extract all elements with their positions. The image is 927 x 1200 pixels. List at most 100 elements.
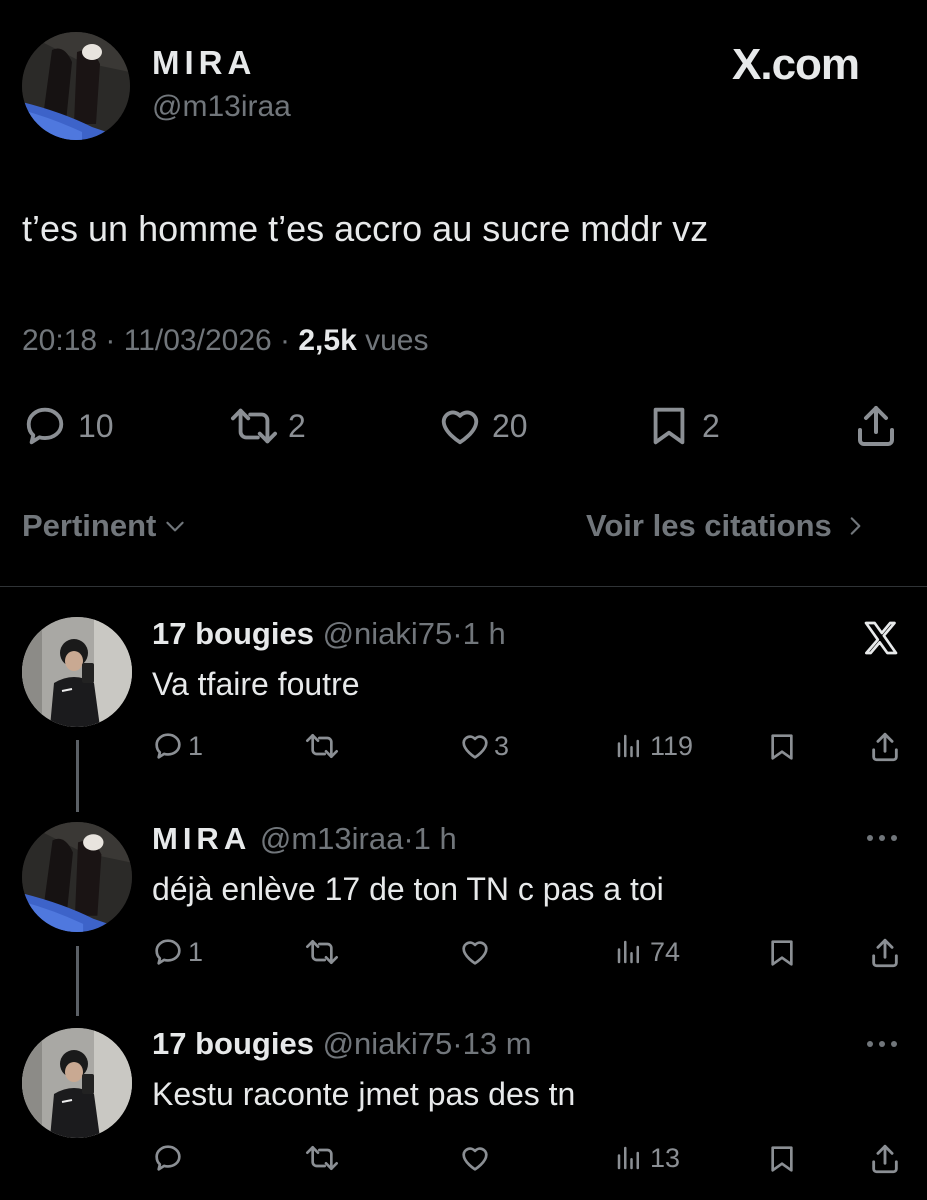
heart-icon [462, 1147, 488, 1171]
share-icon [872, 938, 898, 968]
reply-handle[interactable]: @niaki75 [323, 1026, 453, 1061]
reply-action-share[interactable] [868, 730, 902, 769]
reply-action-repost[interactable] [302, 1142, 342, 1179]
reply-action-repost[interactable] [302, 936, 342, 973]
chevron-down-icon [166, 521, 185, 532]
tweet-text: t’es un homme t’es accro au sucre mddr v… [22, 208, 709, 249]
reply-header: 17 bougies @niaki75·13 m [152, 1026, 532, 1062]
reply-icon [155, 939, 181, 965]
reply-time[interactable]: 1 h [463, 616, 506, 651]
author-handle[interactable]: @m13iraa [152, 90, 291, 124]
section-divider [0, 586, 927, 587]
reply-display-name[interactable]: MIRA [152, 821, 251, 856]
reply-action-views[interactable]: 13 [614, 1142, 680, 1174]
reply-action-bookmark[interactable] [766, 730, 798, 769]
reply-icon [155, 1145, 181, 1171]
reply-time[interactable]: 13 m [463, 1026, 532, 1061]
tweet-meta: 20:18 · 11/03/2026 · 2,5k vues [22, 324, 428, 358]
reply-handle[interactable]: @m13iraa [260, 821, 403, 856]
reply-separator: · [452, 1026, 463, 1061]
like-count: 20 [492, 407, 528, 444]
reply-text: Va tfaire foutre [152, 666, 360, 702]
views-chart-icon [617, 940, 639, 964]
reply-action-repost[interactable] [302, 730, 342, 767]
more-options-button[interactable] [862, 1034, 902, 1059]
repost-count: 2 [288, 407, 306, 444]
reply-avatar[interactable] [22, 822, 132, 932]
reply-action-like[interactable]: 3 [458, 730, 509, 762]
view-quotes-label: Voir les citations [586, 508, 832, 543]
views-chart-icon [617, 1146, 639, 1170]
more-options-button[interactable] [862, 828, 902, 853]
views-chart-icon [617, 734, 639, 758]
repost-icon [231, 408, 277, 444]
reply-display-name[interactable]: 17 bougies [152, 1026, 314, 1061]
bookmark-button[interactable]: 2 [646, 402, 720, 450]
meta-separator: · [105, 324, 116, 357]
bookmark-icon [771, 1146, 793, 1172]
bookmark-icon [653, 407, 685, 445]
reply-action-reply[interactable] [152, 1142, 184, 1179]
author-display-name[interactable]: MIRA [152, 44, 256, 82]
reply-time[interactable]: 1 h [414, 821, 457, 856]
views-label: vues [365, 324, 429, 357]
reply-action-reply[interactable]: 1 [152, 730, 203, 762]
thread-connector [76, 946, 79, 1016]
share-icon [858, 406, 894, 446]
reply-action-like[interactable] [458, 1142, 492, 1179]
avatar-image [22, 32, 130, 140]
reply-header: 17 bougies @niaki75·1 h [152, 616, 506, 652]
reply-action-share[interactable] [868, 936, 902, 975]
repost-icon [306, 1146, 338, 1170]
reply-handle[interactable]: @niaki75 [323, 616, 453, 651]
share-button[interactable] [852, 402, 900, 455]
reply-display-name[interactable]: 17 bougies [152, 616, 314, 651]
avatar-image [22, 1028, 132, 1138]
reply-separator: · [452, 616, 463, 651]
reply-icon [155, 733, 181, 759]
more-icon [867, 835, 897, 841]
bookmark-icon [771, 940, 793, 966]
reply-header: MIRA @m13iraa·1 h [152, 821, 457, 857]
bookmark-count: 2 [702, 407, 720, 444]
sort-dropdown[interactable]: Pertinent [22, 508, 188, 544]
brand-watermark: X.com [732, 40, 860, 90]
reply-action-bookmark[interactable] [766, 936, 798, 975]
reply-count: 10 [78, 407, 114, 444]
reply-action-reply[interactable]: 1 [152, 936, 203, 968]
like-count: 3 [494, 730, 510, 761]
reply-avatar[interactable] [22, 1028, 132, 1138]
reply-text: déjà enlève 17 de ton TN c pas a toi [152, 871, 664, 907]
reply-action-bookmark[interactable] [766, 1142, 798, 1181]
reply-button[interactable]: 10 [22, 402, 114, 450]
more-icon [867, 1041, 897, 1047]
heart-icon [462, 941, 488, 965]
views-count: 13 [650, 1142, 681, 1173]
view-quotes-link[interactable]: Voir les citations [586, 508, 868, 544]
repost-icon [306, 940, 338, 964]
reply-avatar[interactable] [22, 617, 132, 727]
reply-text: Kestu raconte jmet pas des tn [152, 1076, 576, 1112]
repost-icon [306, 734, 338, 758]
x-logo-icon [864, 621, 898, 655]
bookmark-icon [771, 734, 793, 760]
heart-icon [462, 735, 488, 759]
views-count: 74 [650, 936, 681, 967]
reply-action-views[interactable]: 74 [614, 936, 680, 968]
author-avatar[interactable] [22, 32, 130, 140]
views-count: 2,5k [298, 324, 357, 357]
reply-count: 1 [188, 730, 204, 761]
tweet-date[interactable]: 11/03/2026 [124, 324, 272, 357]
reply-action-like[interactable] [458, 936, 492, 973]
repost-button[interactable]: 2 [226, 402, 306, 450]
reply-action-views[interactable]: 119 [614, 730, 693, 762]
tweet-time[interactable]: 20:18 [22, 324, 97, 357]
reply-action-share[interactable] [868, 1142, 902, 1181]
share-icon [872, 1144, 898, 1174]
like-button[interactable]: 20 [436, 402, 528, 450]
avatar-image [22, 617, 132, 727]
chevron-right-icon [850, 517, 861, 535]
avatar-image [22, 822, 132, 932]
heart-icon [441, 410, 479, 445]
reply-icon [26, 407, 64, 445]
